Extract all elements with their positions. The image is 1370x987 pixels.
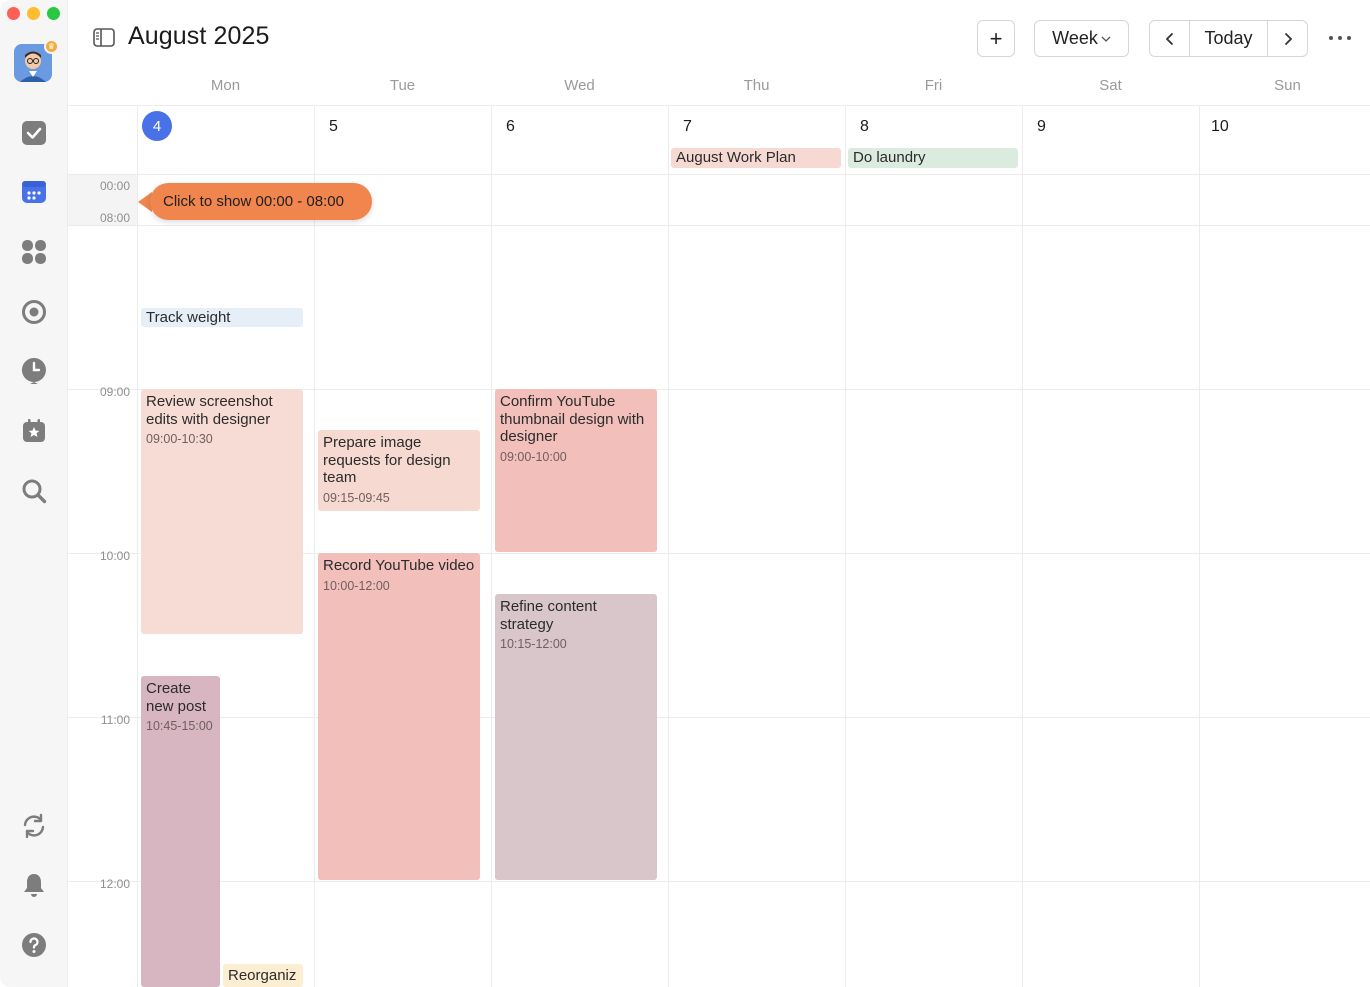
event-title: Track weight <box>146 309 231 326</box>
next-week-button[interactable] <box>1267 21 1307 56</box>
weekday-thu: Thu <box>743 77 770 94</box>
event-title: Prepare image requests for design team <box>323 434 451 486</box>
event-title: Reorganiz <box>228 967 297 984</box>
calendar-window: ♛ August 2025 + Week Today Mon Tue Wed T… <box>0 0 1370 987</box>
event-time: 10:45-15:00 <box>146 719 213 733</box>
date-fri[interactable]: 8 <box>860 118 869 136</box>
event-refine-content-strategy[interactable]: Refine content strategy 10:15-12:00 <box>495 594 657 880</box>
event-prepare-image-requests[interactable]: Prepare image requests for design team 0… <box>318 430 480 511</box>
grid-line <box>491 105 492 987</box>
event-create-new-post[interactable]: Create new post 10:45-15:00 <box>141 676 220 987</box>
grid-line <box>68 881 1370 882</box>
view-select-button[interactable]: Week <box>1034 20 1129 57</box>
grid-line <box>845 105 846 987</box>
event-time: 09:15-09:45 <box>323 490 390 505</box>
date-wed[interactable]: 6 <box>506 118 515 136</box>
allday-event-do-laundry[interactable]: Do laundry <box>848 148 1018 168</box>
chevron-left-icon <box>1165 32 1173 45</box>
time-label-1100: 11:00 <box>100 713 130 727</box>
close-window-button[interactable] <box>7 7 20 20</box>
sidebar-toggle-icon[interactable] <box>93 28 115 48</box>
weekday-wed: Wed <box>564 77 595 94</box>
calendar-header: August 2025 + Week Today <box>68 0 1370 74</box>
show-hidden-hours-tooltip[interactable]: Click to show 00:00 - 08:00 <box>150 183 372 220</box>
chevron-down-icon <box>1101 36 1111 42</box>
weekday-fri: Fri <box>924 77 943 94</box>
time-label-0800: 08:00 <box>99 211 130 225</box>
tasks-nav-icon[interactable] <box>20 119 48 147</box>
grid-line <box>1199 105 1200 987</box>
today-button[interactable]: Today <box>1190 21 1267 56</box>
weekday-mon: Mon <box>210 77 241 94</box>
event-time: 10:00-12:00 <box>323 578 390 593</box>
today-date-indicator[interactable]: 4 <box>142 111 172 141</box>
time-label-0000: 00:00 <box>99 179 130 193</box>
zoom-window-button[interactable] <box>47 7 60 20</box>
previous-week-button[interactable] <box>1150 21 1190 56</box>
add-event-button[interactable]: + <box>977 20 1015 57</box>
grid-line <box>137 105 138 987</box>
event-review-screenshot-edits[interactable]: Review screenshot edits with designer 09… <box>141 389 303 634</box>
event-title: Confirm YouTube thumbnail design with de… <box>500 393 645 445</box>
view-select-label: Week <box>1052 28 1098 48</box>
premium-badge-icon: ♛ <box>44 39 59 54</box>
allday-event-august-work-plan[interactable]: August Work Plan <box>671 148 841 168</box>
event-record-youtube-video[interactable]: Record YouTube video 10:00-12:00 <box>318 553 480 880</box>
minimize-window-button[interactable] <box>27 7 40 20</box>
grid-line <box>314 105 315 987</box>
countdown-nav-icon[interactable] <box>20 417 48 445</box>
event-time: 10:15-12:00 <box>500 637 567 651</box>
grid-line <box>1022 105 1023 987</box>
time-label-1200: 12:00 <box>99 877 130 891</box>
event-title: Refine content strategy <box>500 598 597 633</box>
more-options-icon[interactable] <box>1326 28 1354 48</box>
calendar-nav-icon[interactable] <box>20 178 48 206</box>
weekday-sat: Sat <box>1099 77 1122 94</box>
date-navigation: Today <box>1149 20 1308 57</box>
grid-line <box>68 174 1370 175</box>
event-title: Create new post <box>146 680 207 715</box>
date-sun[interactable]: 10 <box>1211 118 1229 136</box>
grid-line <box>668 105 669 987</box>
event-time: 09:00-10:30 <box>146 432 213 446</box>
time-label-0900: 09:00 <box>99 385 130 399</box>
event-time: 09:00-10:00 <box>500 449 567 464</box>
grid-line <box>68 717 1370 718</box>
weekday-sun: Sun <box>1274 77 1301 94</box>
help-icon[interactable] <box>20 931 48 959</box>
time-label-1000: 10:00 <box>99 549 130 563</box>
plus-icon: + <box>989 25 1003 51</box>
sidebar: ♛ <box>0 0 68 987</box>
event-title: Record YouTube video <box>323 557 475 574</box>
chevron-right-icon <box>1284 32 1292 45</box>
date-thu[interactable]: 7 <box>683 118 692 136</box>
page-title: August 2025 <box>128 22 270 50</box>
event-reorganize[interactable]: Reorganiz <box>223 964 303 987</box>
grid-line <box>68 105 1370 106</box>
event-track-weight[interactable]: Track weight <box>141 308 303 327</box>
event-title: Review screenshot edits with designer <box>146 393 273 428</box>
search-nav-icon[interactable] <box>20 477 48 505</box>
grid-line <box>68 225 1370 226</box>
focus-nav-icon[interactable] <box>20 298 48 326</box>
event-confirm-youtube-thumbnail[interactable]: Confirm YouTube thumbnail design with de… <box>495 389 657 552</box>
matrix-nav-icon[interactable] <box>20 238 48 266</box>
weekday-tue: Tue <box>389 77 416 94</box>
date-tue[interactable]: 5 <box>329 118 338 136</box>
habit-clock-nav-icon[interactable] <box>20 357 48 385</box>
date-sat[interactable]: 9 <box>1037 118 1046 136</box>
sync-icon[interactable] <box>20 812 48 840</box>
bell-icon[interactable] <box>20 871 48 899</box>
